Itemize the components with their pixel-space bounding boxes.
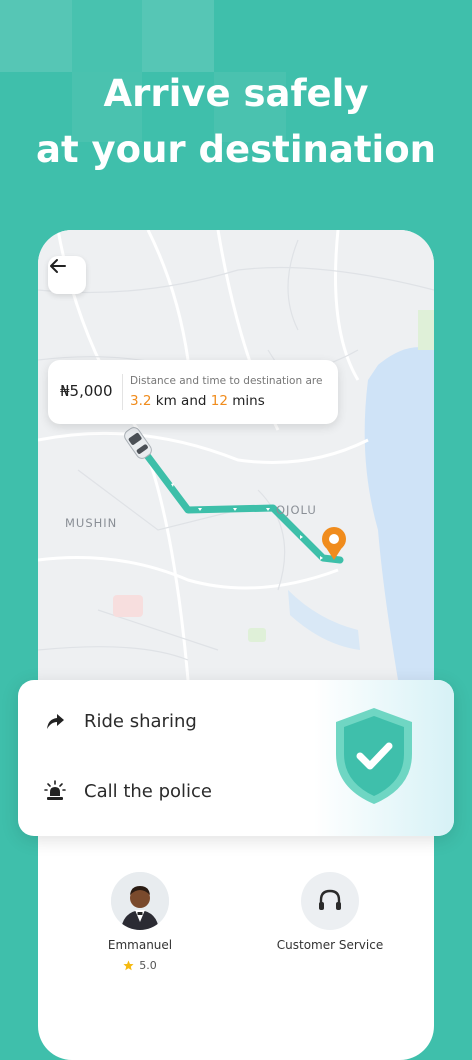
call-police-option[interactable]: Call the police	[44, 780, 212, 802]
map-graphic	[38, 230, 434, 680]
car-icon	[124, 427, 152, 459]
map-block	[113, 595, 143, 617]
map-label-mushin: MUSHIN	[65, 516, 118, 530]
background-tile	[0, 0, 72, 72]
distance-time-value: 3.2 km and 12 mins	[130, 393, 265, 409]
map-park	[418, 310, 434, 350]
driver-avatar	[111, 872, 169, 930]
safety-options-card: Ride sharing Call the police	[18, 680, 454, 836]
customer-service-avatar	[301, 872, 359, 930]
distance-label: Distance and time to destination are	[130, 375, 323, 387]
trip-fare: ₦5,000	[60, 382, 113, 400]
call-police-label: Call the police	[84, 780, 212, 802]
back-button[interactable]	[48, 256, 86, 294]
headset-icon	[319, 889, 341, 910]
distance-km: 3.2	[130, 393, 152, 409]
shield-check-icon	[336, 708, 412, 804]
time-unit: mins	[232, 393, 265, 409]
driver-name: Emmanuel	[107, 938, 173, 952]
background-tile	[142, 0, 214, 72]
customer-service-name: Customer Service	[276, 938, 384, 952]
map-view[interactable]: MUSHIN OJOLU ₦5,000 Distance and time to…	[38, 230, 434, 680]
major-roads	[38, 230, 369, 680]
driver-avatar-icon	[111, 872, 169, 930]
water-area	[364, 347, 434, 680]
headline-line-1: Arrive safely	[103, 72, 369, 115]
ride-sharing-option[interactable]: Ride sharing	[44, 710, 197, 732]
driver-rating-value: 5.0	[139, 959, 157, 972]
time-mins: 12	[210, 393, 228, 409]
trip-info-card: ₦5,000 Distance and time to destination …	[48, 360, 338, 424]
map-label-ojolu: OJOLU	[276, 503, 317, 517]
driver-contact[interactable]: Emmanuel 5.0	[80, 872, 200, 972]
driver-rating: 5.0	[80, 959, 200, 972]
customer-service-contact[interactable]: Customer Service	[260, 872, 400, 952]
map-park	[248, 628, 266, 642]
back-arrow-icon	[50, 259, 66, 273]
police-siren-icon	[44, 780, 66, 800]
share-arrow-icon	[47, 714, 64, 729]
divider	[122, 374, 123, 410]
headline: Arrive safely at your destination	[0, 66, 472, 178]
contacts-section: Emmanuel 5.0 Customer Service	[38, 836, 434, 1024]
distance-unit: km and	[155, 393, 207, 409]
background-tile	[72, 0, 142, 72]
star-icon	[123, 960, 134, 971]
water-inlet	[288, 590, 360, 650]
ride-sharing-label: Ride sharing	[84, 710, 197, 732]
headline-line-2: at your destination	[36, 128, 436, 171]
